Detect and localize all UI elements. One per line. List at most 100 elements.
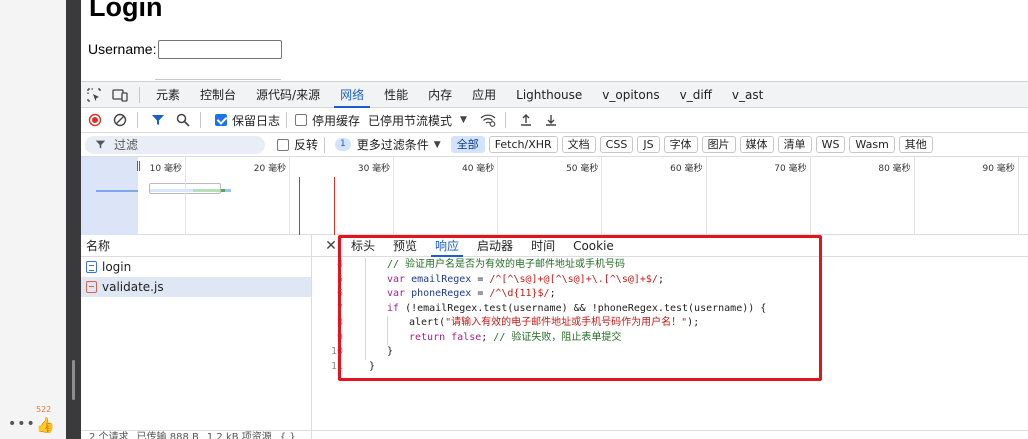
- preserve-log-checkbox[interactable]: 保留日志: [215, 112, 280, 129]
- type-filter-chips: 全部 Fetch/XHR 文档 CSS JS 字体 图片 媒体 清单 WS Wasm 其他: [447, 136, 933, 153]
- more-filters-dropdown[interactable]: 1 更多过滤条件 ▼: [335, 136, 441, 153]
- filter-separator: [324, 136, 326, 153]
- filter-chip-6[interactable]: 图片: [701, 136, 736, 153]
- checkbox-unchecked[interactable]: [295, 114, 308, 126]
- export-har-icon[interactable]: [540, 109, 562, 131]
- device-toolbar-icon[interactable]: [107, 82, 133, 108]
- dom-content-loaded-line: [299, 177, 300, 235]
- status-bar: 2 个请求 已传输 888 B 1.2 kB 项资源 { }: [81, 430, 1028, 439]
- caret-down-icon: ▼: [460, 115, 467, 125]
- timeline-gridline: [601, 157, 603, 235]
- tab-0[interactable]: 元素: [146, 82, 190, 108]
- status-item: 已传输 888 B: [136, 432, 199, 439]
- checkbox-unchecked[interactable]: [277, 138, 289, 151]
- tab-10[interactable]: v_ast: [722, 82, 773, 108]
- like-count: 522: [36, 405, 52, 414]
- status-item: 1.2 kB 项资源: [206, 432, 272, 439]
- request-list: 名称 login validate.js: [81, 235, 312, 439]
- timeline-gridline: [913, 157, 915, 235]
- tab-1[interactable]: 控制台: [190, 82, 246, 108]
- throttle-label: 已停用节流模式: [368, 113, 453, 128]
- timeline-gridline: [393, 157, 395, 235]
- timeline-tick-label: 30 毫秒: [357, 164, 391, 174]
- document-file-icon: [86, 261, 97, 273]
- table-row[interactable]: login: [81, 257, 311, 277]
- page-title: Login: [89, 0, 163, 22]
- timeline-tick-label: 10 毫秒: [149, 164, 182, 174]
- tab-separator: [139, 86, 140, 103]
- toolbar-separator: [137, 112, 138, 128]
- timeline-tick-label: 60 毫秒: [670, 164, 703, 174]
- script-file-icon: [86, 281, 97, 293]
- filter-chip-2[interactable]: 文档: [561, 136, 596, 153]
- toolbar-separator: [200, 112, 201, 128]
- network-filterbar: 过滤 反转 1 更多过滤条件 ▼ 全部 Fetch/XHR 文档 CSS JS 字体 图片媒…: [81, 133, 1028, 157]
- timeline-gridline: [289, 157, 291, 235]
- overview-handle[interactable]: [137, 161, 140, 171]
- filter-chip-0[interactable]: 全部: [450, 136, 485, 153]
- page-content: Login Username:: [81, 0, 1028, 80]
- timeline-tick-label: 80 毫秒: [878, 164, 911, 174]
- filter-placeholder: 过滤: [114, 138, 139, 152]
- network-conditions-icon[interactable]: [477, 109, 499, 131]
- request-rows: login validate.js: [81, 257, 311, 297]
- devtools-tabbar: 元素 控制台 源代码/来源 网络 性能 内存 应用 Lighthouse v_opitons v_…: [81, 82, 1028, 108]
- tab-9[interactable]: v_diff: [670, 82, 722, 108]
- request-name: login: [102, 260, 132, 274]
- preserve-log-label: 保留日志: [232, 113, 281, 128]
- throttle-dropdown[interactable]: 已停用节流模式 ▼: [368, 112, 467, 129]
- overview-selection: [81, 157, 138, 235]
- timeline-gridline: [705, 157, 707, 235]
- search-icon[interactable]: [172, 109, 194, 131]
- username-input[interactable]: [158, 40, 282, 59]
- filter-funnel-icon[interactable]: [147, 109, 169, 131]
- clear-icon[interactable]: [109, 109, 131, 131]
- devtools-tabs: 元素 控制台 源代码/来源 网络 性能 内存 应用 Lighthouse v_opitons v_…: [146, 82, 773, 108]
- scroll-notch: [72, 360, 75, 400]
- request-name: validate.js: [102, 280, 164, 294]
- username-label: Username:: [88, 41, 157, 57]
- filter-chip-11[interactable]: 其他: [898, 136, 933, 153]
- filter-chip-10[interactable]: Wasm: [849, 136, 895, 153]
- thumbs-up-icon[interactable]: 👍: [36, 416, 55, 434]
- tab-5[interactable]: 内存: [418, 82, 462, 108]
- highlight-annotation-box: [338, 235, 822, 381]
- filter-chip-8[interactable]: 清单: [777, 136, 812, 153]
- toolbar-separator: [286, 112, 288, 128]
- desktop-left-strip: 522 ••• 👍: [0, 0, 66, 439]
- status-item: { }: [279, 432, 296, 439]
- more-icon[interactable]: •••: [8, 416, 36, 432]
- caret-down-icon: ▼: [433, 139, 441, 150]
- import-har-icon[interactable]: [515, 109, 537, 131]
- disable-cache-label: 停用缓存: [312, 113, 361, 128]
- tab-4[interactable]: 性能: [374, 82, 418, 108]
- table-row[interactable]: validate.js: [81, 277, 311, 297]
- filter-chip-4[interactable]: JS: [637, 136, 660, 153]
- filter-chip-9[interactable]: WS: [815, 136, 846, 153]
- filter-chip-5[interactable]: 字体: [663, 136, 698, 153]
- toolbar-separator: [504, 112, 506, 128]
- timeline-tick-label: 40 毫秒: [461, 164, 495, 174]
- filter-input[interactable]: 过滤: [85, 135, 265, 154]
- invert-label: 反转: [294, 138, 319, 152]
- inspect-element-icon[interactable]: [81, 82, 107, 108]
- invert-checkbox[interactable]: 反转: [277, 136, 318, 153]
- disable-cache-checkbox[interactable]: 停用缓存: [295, 112, 360, 129]
- filter-chip-7[interactable]: 媒体: [739, 136, 774, 153]
- tab-3[interactable]: 网络: [330, 82, 374, 108]
- overview-bar: [96, 190, 138, 192]
- timeline-gridline: [497, 157, 499, 235]
- checkbox-checked[interactable]: [215, 114, 227, 126]
- filter-funnel-icon: [95, 140, 106, 149]
- timeline-tick-label: 50 毫秒: [566, 164, 599, 174]
- tab-8[interactable]: v_opitons: [592, 82, 669, 108]
- filter-chip-3[interactable]: CSS: [599, 136, 634, 153]
- tab-2[interactable]: 源代码/来源: [246, 82, 330, 108]
- tab-6[interactable]: 应用: [462, 82, 506, 108]
- filter-chip-1[interactable]: Fetch/XHR: [488, 136, 558, 153]
- window-bezel: [66, 0, 81, 439]
- record-icon[interactable]: [84, 109, 106, 131]
- name-column-header[interactable]: 名称: [81, 235, 311, 257]
- timeline-tick-label: 20 毫秒: [253, 164, 287, 174]
- tab-7[interactable]: Lighthouse: [506, 82, 592, 108]
